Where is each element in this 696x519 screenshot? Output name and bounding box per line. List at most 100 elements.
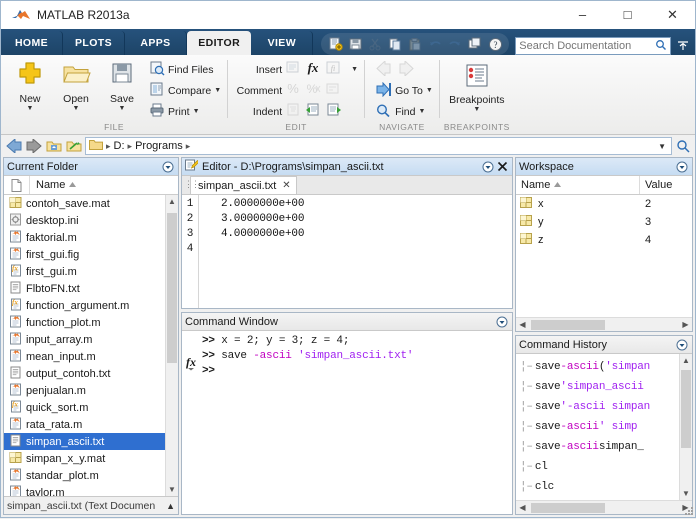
file-list-item[interactable]: output_contoh.txt <box>4 365 178 382</box>
breakpoints-button[interactable]: Breakpoints ▼ <box>446 61 508 113</box>
layout-icon[interactable] <box>465 35 485 53</box>
file-list-item[interactable]: simpan_ascii.txt <box>4 433 178 450</box>
save-button[interactable]: Save ▼ <box>99 58 145 112</box>
file-list-item[interactable]: function_plot.m <box>4 314 178 331</box>
resize-grip[interactable] <box>684 506 694 516</box>
panel-menu-icon[interactable] <box>481 160 495 174</box>
file-list-item[interactable]: fx first_gui.m <box>4 263 178 280</box>
print-button[interactable]: Print ▼ <box>149 101 221 122</box>
workspace-row[interactable]: z4 <box>516 231 692 249</box>
name-column-header[interactable]: Name <box>30 176 178 194</box>
paste-icon[interactable] <box>405 35 425 53</box>
editor-tab-simpan-ascii[interactable]: simpan_ascii.txt ✕ <box>190 176 297 194</box>
file-list-item[interactable]: mean_input.m <box>4 348 178 365</box>
breadcrumb-item-programs[interactable]: Programs <box>135 140 183 152</box>
back-arrow-icon[interactable] <box>375 59 392 79</box>
new-button[interactable]: New ▼ <box>7 58 53 112</box>
forward-arrow-icon[interactable] <box>398 59 415 79</box>
history-item[interactable]: ¦– save -ascii ' simp <box>516 417 678 437</box>
file-list-item[interactable]: contoh_save.mat <box>4 195 178 212</box>
tab-plots[interactable]: PLOTS <box>63 31 125 55</box>
file-list-item[interactable]: fx function_argument.m <box>4 297 178 314</box>
minimize-ribbon-icon[interactable] <box>675 37 690 55</box>
history-item[interactable]: ¦– save 'simpan_ascii <box>516 377 678 397</box>
file-icon-column-header[interactable] <box>4 176 30 194</box>
editor-tab-close-icon[interactable]: ✕ <box>282 180 290 191</box>
uncomment-icon[interactable]: % <box>305 81 322 100</box>
panel-menu-icon[interactable] <box>675 338 689 352</box>
scroll-thumb[interactable] <box>531 319 605 330</box>
file-list-item[interactable]: taylor.m <box>4 484 178 496</box>
chevron-down-icon[interactable]: ▼ <box>473 106 480 113</box>
history-item[interactable]: ¦– clc <box>516 477 678 497</box>
close-button[interactable]: ✕ <box>650 1 695 29</box>
file-list-item[interactable]: penjualan.m <box>4 382 178 399</box>
tab-apps[interactable]: APPS <box>125 31 187 55</box>
scroll-right-arrow-icon[interactable]: ▶ <box>679 320 692 329</box>
history-item[interactable]: ¦– save '-ascii simpan <box>516 397 678 417</box>
chevron-down-icon[interactable]: ▼ <box>27 105 34 112</box>
insert-fx-icon[interactable]: fi <box>325 60 342 79</box>
command-history-vscrollbar[interactable]: ▲ ▼ <box>679 354 692 500</box>
browse-folder-icon[interactable] <box>65 138 82 155</box>
workspace-row[interactable]: y3 <box>516 213 692 231</box>
insert-section-icon[interactable] <box>285 60 302 79</box>
path-breadcrumb-box[interactable]: ▸ D: ▸ Programs ▸ ▼ <box>85 137 672 155</box>
wrap-comment-icon[interactable] <box>325 81 342 100</box>
file-list-item[interactable]: first_gui.fig <box>4 246 178 263</box>
up-folder-icon[interactable] <box>45 138 62 155</box>
file-list-item[interactable]: rata_rata.m <box>4 416 178 433</box>
scroll-left-arrow-icon[interactable]: ◀ <box>516 320 529 329</box>
chevron-down-icon[interactable]: ▼ <box>119 105 126 112</box>
command-history-list[interactable]: ¦– save -ascii('simpan ¦– save 'simpan_asci… <box>516 354 692 500</box>
scroll-track[interactable] <box>529 502 679 514</box>
chevron-down-icon[interactable]: ▼ <box>351 66 358 73</box>
editor-code-area[interactable]: 2.0000000e+00 3.0000000e+00 4.0000000e+00 <box>199 195 512 308</box>
panel-menu-icon[interactable] <box>161 160 175 174</box>
history-item[interactable]: ¦– save -ascii simpan_ <box>516 437 678 457</box>
workspace-variable-list[interactable]: x2y3z4 <box>516 195 692 317</box>
goto-button[interactable]: Go To ▼ <box>371 80 433 101</box>
compare-button[interactable]: Compare ▼ <box>149 80 221 101</box>
scroll-up-arrow-icon[interactable]: ▲ <box>680 354 692 367</box>
open-button[interactable]: Open ▼ <box>53 58 99 112</box>
current-folder-file-list[interactable]: contoh_save.mat desktop.ini faktorial.m fir… <box>4 195 178 496</box>
chevron-up-icon[interactable]: ▲ <box>166 501 175 511</box>
chevron-down-icon[interactable]: ▼ <box>214 87 221 94</box>
insert-function-icon[interactable]: fx <box>305 60 322 79</box>
history-item[interactable]: ¦– cl <box>516 457 678 477</box>
scroll-left-arrow-icon[interactable]: ◀ <box>516 503 529 512</box>
file-list-item[interactable]: FlbtoFN.txt <box>4 280 178 297</box>
find-files-button[interactable]: Find Files <box>149 59 221 80</box>
workspace-hscrollbar[interactable]: ◀ ▶ <box>516 317 692 331</box>
command-window-output[interactable]: >> x = 2; y = 3; z = 4; >> save -ascii 's… <box>202 331 512 514</box>
scroll-thumb[interactable] <box>681 370 691 448</box>
search-folder-icon[interactable] <box>675 138 691 155</box>
close-icon[interactable] <box>495 160 509 174</box>
maximize-button[interactable]: □ <box>605 1 650 29</box>
forward-arrow-icon[interactable] <box>25 138 42 155</box>
scroll-track[interactable] <box>529 319 679 331</box>
cut-icon[interactable] <box>365 35 385 53</box>
new-script-icon[interactable] <box>325 35 345 53</box>
panel-menu-icon[interactable] <box>675 160 689 174</box>
find-button[interactable]: Find ▼ <box>371 101 433 122</box>
scroll-down-arrow-icon[interactable]: ▼ <box>680 487 692 500</box>
tab-home[interactable]: HOME <box>1 31 63 55</box>
minimize-button[interactable]: – <box>560 1 605 29</box>
command-history-hscrollbar[interactable]: ◀ ▶ <box>516 500 692 514</box>
decrease-indent-icon[interactable] <box>305 102 322 121</box>
increase-indent-icon[interactable] <box>325 102 342 121</box>
redo-icon[interactable] <box>445 35 465 53</box>
file-list-item[interactable]: standar_plot.m <box>4 467 178 484</box>
smart-indent-icon[interactable] <box>285 102 302 121</box>
file-list-item[interactable]: desktop.ini <box>4 212 178 229</box>
chevron-down-icon[interactable]: ▼ <box>73 105 80 112</box>
comment-percent-icon[interactable]: % <box>285 81 302 100</box>
chevron-down-icon[interactable]: ▼ <box>419 108 426 115</box>
current-folder-details-bar[interactable]: simpan_ascii.txt (Text Documen ▲ <box>4 496 178 514</box>
file-list-item[interactable]: fx quick_sort.m <box>4 399 178 416</box>
search-input[interactable] <box>519 40 656 52</box>
fx-icon[interactable]: fx <box>182 331 202 514</box>
file-list-item[interactable]: faktorial.m <box>4 229 178 246</box>
